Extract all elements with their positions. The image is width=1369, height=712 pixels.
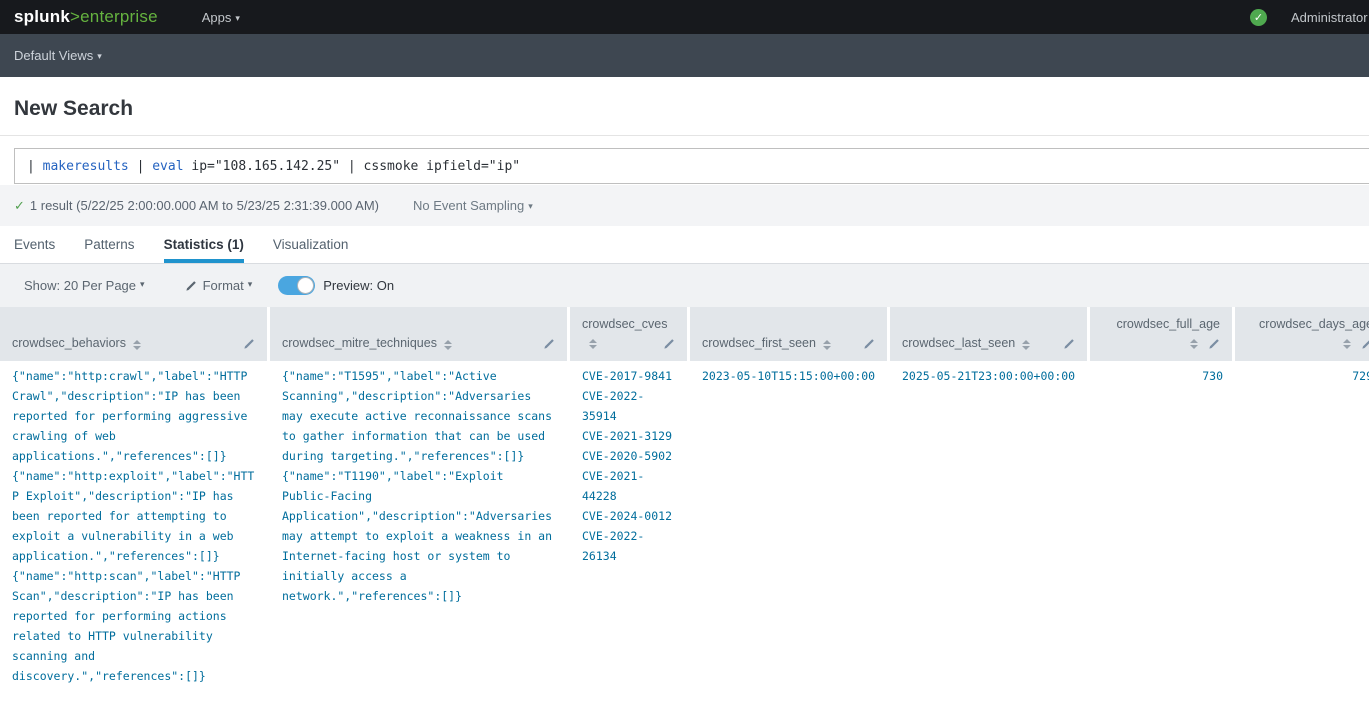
tab-visualization[interactable]: Visualization (273, 226, 349, 263)
query-segment: | (129, 159, 152, 174)
results-tabs: Events Patterns Statistics (1) Visualiza… (0, 226, 1369, 263)
table-cell-crowdsec_last_seen[interactable]: 2025-05-21T23:00:00+00:00 (890, 361, 1090, 686)
sort-icon[interactable] (823, 340, 831, 350)
default-views-label: Default Views (14, 48, 93, 63)
default-views-menu[interactable]: Default Views ▾ (14, 48, 102, 63)
column-label: crowdsec_first_seen (702, 336, 816, 350)
column-label: crowdsec_behaviors (12, 336, 126, 350)
sort-icon[interactable] (133, 340, 141, 350)
tab-statistics[interactable]: Statistics (1) (164, 226, 244, 263)
statistics-table: crowdsec_behaviors crowdsec_mitre_techniq… (0, 307, 1369, 686)
column-label: crowdsec_full_age (1102, 317, 1220, 331)
edit-column-icon[interactable] (663, 338, 675, 350)
edit-column-icon[interactable] (243, 338, 255, 350)
topbar: splunk>enterprise Apps▾ ✓ Administrator (0, 0, 1369, 34)
edit-column-icon[interactable] (863, 338, 875, 350)
success-check-icon: ✓ (14, 198, 25, 213)
tab-patterns[interactable]: Patterns (84, 226, 134, 263)
chevron-down-icon: ▾ (97, 51, 102, 61)
search-input[interactable]: | makeresults | eval ip="108.165.142.25"… (14, 148, 1369, 184)
chevron-down-icon: ▾ (248, 279, 253, 290)
splunk-logo[interactable]: splunk>enterprise (14, 7, 158, 27)
table-cell-crowdsec_days_age[interactable]: 729 (1235, 361, 1369, 686)
app-bar: Default Views ▾ (0, 34, 1369, 77)
apps-menu[interactable]: Apps▾ (202, 10, 240, 25)
column-header-crowdsec_full_age[interactable]: crowdsec_full_age (1090, 307, 1235, 361)
toggle-knob (297, 277, 314, 294)
column-label: crowdsec_days_age (1247, 317, 1369, 331)
column-label: crowdsec_cves (582, 317, 675, 331)
user-menu[interactable]: Administrator (1291, 10, 1368, 25)
table-cell-crowdsec_first_seen[interactable]: 2023-05-10T15:15:00+00:00 (690, 361, 890, 686)
apps-menu-label: Apps (202, 10, 232, 25)
edit-column-icon[interactable] (543, 338, 555, 350)
query-segment: | (27, 159, 43, 174)
result-info-strip: ✓ 1 result (5/22/25 2:00:00.000 AM to 5/2… (0, 185, 1369, 226)
statistics-toolbar: Show: 20 Per Page ▾ Format ▾ Preview: On (0, 263, 1369, 307)
event-sampling-menu[interactable]: No Event Sampling ▾ (413, 198, 533, 213)
query-segment-command: eval (152, 159, 183, 174)
chevron-down-icon: ▾ (235, 13, 240, 23)
format-label: Format (203, 278, 244, 293)
query-segment-command: makeresults (43, 159, 129, 174)
page-title: New Search (14, 97, 1355, 121)
column-header-crowdsec_first_seen[interactable]: crowdsec_first_seen (690, 307, 890, 361)
column-header-crowdsec_days_age[interactable]: crowdsec_days_age (1235, 307, 1369, 361)
table-row: {"name":"http:crawl","label":"HTTP Crawl… (0, 361, 1369, 686)
edit-column-icon[interactable] (1063, 338, 1075, 350)
preview-state-label: Preview: On (323, 278, 394, 293)
chevron-down-icon: ▾ (140, 279, 145, 290)
sort-icon[interactable] (444, 340, 452, 350)
preview-toggle[interactable] (278, 276, 315, 295)
column-header-crowdsec_mitre_techniques[interactable]: crowdsec_mitre_techniques (270, 307, 570, 361)
column-header-crowdsec_last_seen[interactable]: crowdsec_last_seen (890, 307, 1090, 361)
sort-icon[interactable] (1190, 339, 1198, 349)
result-count-text: 1 result (5/22/25 2:00:00.000 AM to 5/23… (30, 198, 379, 213)
page-header: New Search (0, 77, 1369, 136)
sort-icon[interactable] (1343, 339, 1351, 349)
column-header-crowdsec_behaviors[interactable]: crowdsec_behaviors (0, 307, 270, 361)
sort-icon[interactable] (1022, 340, 1030, 350)
tab-events[interactable]: Events (14, 226, 55, 263)
logo-splunk-text: splunk (14, 7, 70, 26)
table-cell-crowdsec_mitre_techniques[interactable]: {"name":"T1595","label":"Active Scanning… (270, 361, 570, 686)
sort-icon[interactable] (589, 339, 597, 349)
table-cell-crowdsec_behaviors[interactable]: {"name":"http:crawl","label":"HTTP Crawl… (0, 361, 270, 686)
edit-column-icon[interactable] (1208, 338, 1220, 350)
check-circle-icon[interactable]: ✓ (1250, 9, 1267, 26)
logo-gt-text: > (70, 7, 80, 26)
edit-column-icon[interactable] (1361, 338, 1369, 350)
format-menu[interactable]: Format ▾ (185, 278, 253, 293)
table-header-row: crowdsec_behaviors crowdsec_mitre_techniq… (0, 307, 1369, 361)
column-header-crowdsec_cves[interactable]: crowdsec_cves (570, 307, 690, 361)
event-sampling-label: No Event Sampling (413, 198, 524, 213)
table-cell-crowdsec_cves[interactable]: CVE-2017-9841 CVE-2022-35914 CVE-2021-31… (570, 361, 690, 686)
column-label: crowdsec_last_seen (902, 336, 1015, 350)
query-segment: ip="108.165.142.25" | cssmoke ipfield="i… (184, 159, 521, 174)
pencil-icon (185, 280, 203, 292)
column-label: crowdsec_mitre_techniques (282, 336, 437, 350)
logo-product-text: enterprise (80, 7, 158, 26)
per-page-menu[interactable]: Show: 20 Per Page ▾ (24, 278, 145, 293)
table-cell-crowdsec_full_age[interactable]: 730 (1090, 361, 1235, 686)
per-page-label: Show: 20 Per Page (24, 278, 136, 293)
chevron-down-icon: ▾ (528, 201, 533, 211)
